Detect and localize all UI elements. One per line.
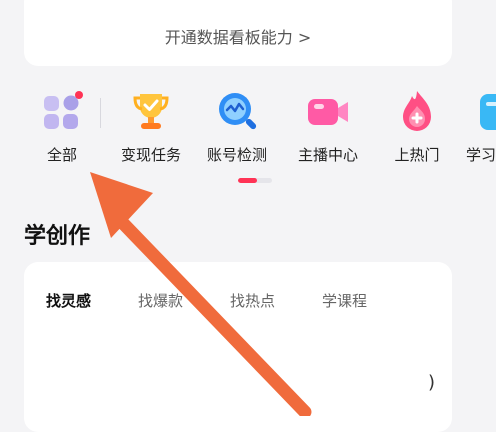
- arrow-shaft: [111, 211, 312, 416]
- annotation-arrow: [90, 172, 312, 416]
